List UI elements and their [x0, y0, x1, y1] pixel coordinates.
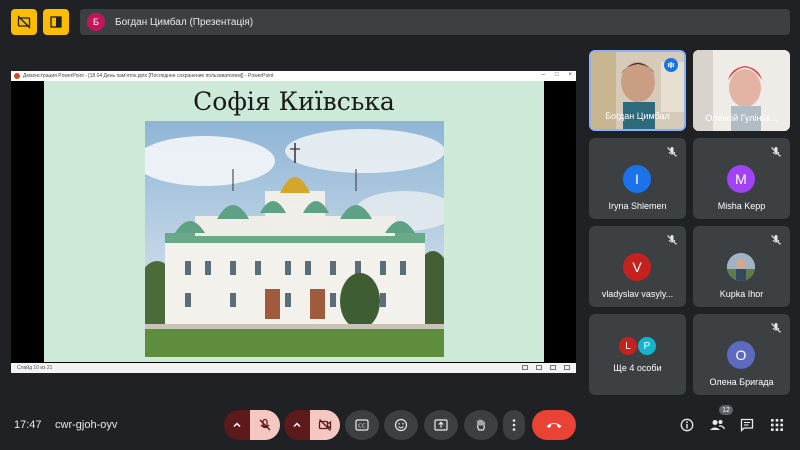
participant-avatar: O	[727, 341, 755, 369]
captions-off-button[interactable]	[11, 9, 37, 35]
presenter-avatar: Б	[87, 13, 105, 31]
call-end-icon	[546, 423, 562, 428]
participant-avatar: I	[623, 165, 651, 193]
sorter-view-icon	[536, 365, 542, 370]
present-screen-icon	[434, 419, 448, 431]
participant-tile[interactable]: I Iryna Shlemen	[589, 138, 686, 219]
participant-tile[interactable]: M Misha Kepp	[693, 138, 790, 219]
closed-captions-icon: CC	[355, 419, 369, 431]
participant-avatar: P	[637, 336, 657, 356]
emoji-icon	[394, 418, 408, 432]
slide-counter: Слайд 10 из 21	[17, 365, 53, 371]
raise-hand-button[interactable]	[464, 410, 498, 440]
clock: 17:47	[14, 419, 42, 431]
camera-off-icon	[318, 419, 332, 431]
svg-text:CC: CC	[358, 424, 366, 430]
normal-view-icon	[522, 365, 528, 370]
info-icon	[680, 418, 694, 432]
presenter-bar: Б Богдан Цимбал (Презентація)	[80, 9, 790, 35]
people-count-badge: 12	[719, 405, 733, 415]
slideshow-view-icon	[564, 365, 570, 370]
present-to-all-icon	[50, 16, 62, 28]
camera-toggle-button[interactable]	[310, 410, 340, 440]
captions-off-icon	[17, 15, 31, 29]
window-title: Демонстрация PowerPoint - [18.04 День па…	[23, 73, 274, 79]
leave-call-button[interactable]	[532, 410, 576, 440]
powerpoint-statusbar: Слайд 10 из 21	[11, 363, 576, 373]
chat-button[interactable]	[738, 416, 756, 434]
participant-name: vladyslav vasyly...	[601, 289, 674, 299]
slide-title: Софія Київська	[193, 87, 395, 116]
participant-tile[interactable]: Богдан Цимбал	[589, 50, 686, 131]
shared-screen: Демонстрация PowerPoint - [18.04 День па…	[11, 71, 576, 373]
more-participants-label: Ще 4 особи	[613, 363, 662, 373]
meeting-code: cwr-gjoh-oyv	[55, 419, 118, 431]
meeting-details-button[interactable]	[678, 416, 696, 434]
mic-off-icon	[667, 147, 677, 157]
chat-icon	[740, 418, 754, 432]
reactions-button[interactable]	[384, 410, 418, 440]
participant-photo-avatar	[727, 253, 755, 281]
participant-avatar: L	[618, 336, 638, 356]
more-participants-tile[interactable]: L P Ще 4 особи	[589, 314, 686, 395]
speaking-indicator-icon	[664, 58, 678, 72]
participant-avatar: M	[727, 165, 755, 193]
reading-view-icon	[550, 365, 556, 370]
people-icon	[710, 420, 725, 430]
people-button[interactable]	[708, 416, 726, 434]
present-to-all-button[interactable]	[43, 9, 69, 35]
participant-tile[interactable]: V vladyslav vasyly...	[589, 226, 686, 307]
participant-name: Богдан Цимбал	[605, 111, 670, 121]
participant-name: Misha Kepp	[717, 201, 766, 211]
participant-name: Олена Бригада	[709, 377, 774, 387]
powerpoint-titlebar: Демонстрация PowerPoint - [18.04 День па…	[11, 71, 576, 81]
mic-off-icon	[771, 323, 781, 333]
close-icon: ×	[568, 72, 572, 78]
mic-off-icon	[667, 235, 677, 245]
more-vert-icon	[512, 419, 516, 431]
powerpoint-logo-icon	[14, 73, 20, 79]
mic-off-icon	[771, 147, 781, 157]
cathedral-photo	[145, 121, 444, 357]
mic-off-icon	[771, 235, 781, 245]
present-now-button[interactable]	[424, 410, 458, 440]
minimize-icon: –	[541, 72, 545, 78]
chevron-up-icon	[233, 422, 241, 428]
video-options-button[interactable]	[284, 410, 310, 440]
maximize-icon: □	[554, 72, 559, 78]
participant-avatar: V	[623, 253, 651, 281]
mic-off-icon	[259, 418, 271, 431]
participant-tile[interactable]: O Олена Бригада	[693, 314, 790, 395]
participant-tile[interactable]: Kupka Ihor	[693, 226, 790, 307]
more-options-button[interactable]	[503, 410, 525, 440]
microphone-toggle-button[interactable]	[250, 410, 280, 440]
participant-name: Iryna Shlemen	[608, 201, 667, 211]
activities-button[interactable]	[768, 416, 786, 434]
participant-tile[interactable]: Олексій Гуліньк...	[693, 50, 790, 131]
chevron-up-icon	[293, 422, 301, 428]
captions-button[interactable]: CC	[345, 410, 379, 440]
audio-options-button[interactable]	[224, 410, 250, 440]
slide: Софія Київська	[44, 81, 544, 362]
hand-icon	[477, 419, 485, 431]
participant-name: Олексій Гуліньк...	[705, 113, 778, 123]
presenter-label: Богдан Цимбал (Презентація)	[115, 16, 254, 28]
participant-name: Kupka Ihor	[719, 289, 764, 299]
apps-icon	[771, 419, 783, 431]
